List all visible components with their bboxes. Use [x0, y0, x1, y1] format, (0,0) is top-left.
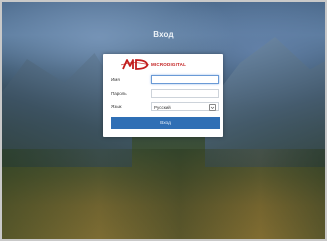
language-selected-value: Русский [154, 105, 171, 110]
login-panel: MICRODIGITAL Имя Пароль Язык Русский Вхо… [103, 54, 223, 137]
username-input[interactable] [151, 75, 219, 84]
brand-logo: MICRODIGITAL [121, 58, 211, 72]
login-button[interactable]: Вход [111, 117, 220, 129]
username-label: Имя [111, 77, 120, 82]
language-label: Язык [111, 104, 122, 109]
password-row: Пароль [111, 89, 221, 99]
password-input[interactable] [151, 89, 219, 98]
chevron-down-icon [209, 104, 216, 111]
language-row: Язык Русский [111, 102, 221, 112]
forest [2, 149, 325, 239]
language-select[interactable]: Русский [151, 102, 219, 111]
logo-wordmark: MICRODIGITAL [151, 62, 187, 67]
mountain-right [205, 37, 325, 167]
background-photo: Вход MICRODIGITAL Имя Пароль Язык Русски… [2, 2, 325, 239]
md-logo-icon [121, 59, 149, 70]
password-label: Пароль [111, 91, 127, 96]
page-title: Вход [153, 30, 174, 39]
username-row: Имя [111, 75, 221, 85]
